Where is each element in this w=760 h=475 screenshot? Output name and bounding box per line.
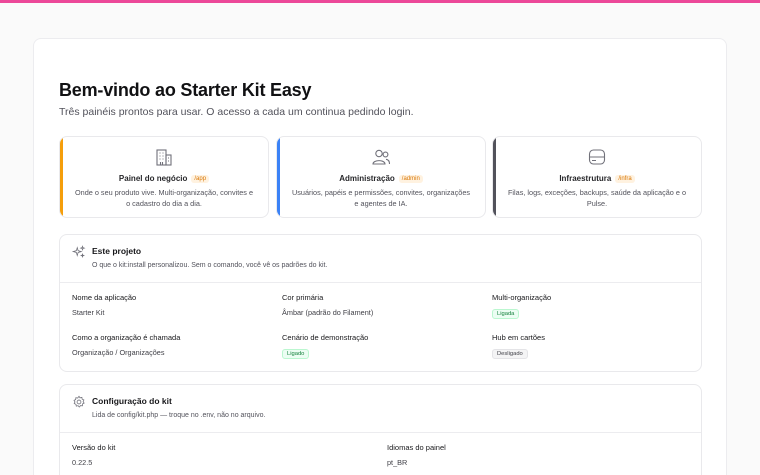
panel-card-description: Onde o seu produto vive. Multi-organizaç…	[74, 188, 254, 208]
field-label: Como a organização é chamada	[72, 333, 181, 342]
panel-card-title: Administração/admin	[277, 174, 485, 183]
top-accent-bar	[0, 0, 760, 3]
field-label: Multi-organização	[492, 293, 552, 302]
field-label: Idiomas do painel	[387, 443, 446, 452]
field-label: Cor primária	[282, 293, 324, 302]
field-demo-scenario: Cenário de demonstração Ligado	[282, 333, 368, 360]
field-value: Organização / Organizações	[72, 348, 165, 357]
status-badge: Desligado	[492, 349, 528, 359]
status-badge: Ligada	[492, 309, 520, 319]
panel-card-title: Painel do negócio/app	[60, 174, 268, 183]
project-section-description: O que o kit:install personalizou. Sem o …	[92, 262, 328, 269]
config-section-title: Configuração do kit	[92, 396, 172, 406]
page-subtitle: Três painéis prontos para usar. O acesso…	[59, 106, 414, 118]
panel-card-description: Usuários, papéis e permissões, convites,…	[291, 188, 471, 208]
page-title: Bem-vindo ao Starter Kit Easy	[59, 80, 312, 100]
panel-path-badge: /infra	[615, 175, 635, 183]
field-label: Nome da aplicação	[72, 293, 137, 302]
field-label: Hub em cartões	[492, 333, 545, 342]
field-kit-version: Versão do kit 0.22.5	[72, 443, 115, 467]
users-icon	[372, 149, 391, 165]
field-panel-languages: Idiomas do painel pt_BR	[387, 443, 446, 467]
gear-icon	[73, 395, 85, 408]
config-section-header: Configuração do kit Lida de config/kit.p…	[60, 385, 701, 433]
sparkles-icon	[72, 245, 86, 258]
status-badge: Ligado	[282, 349, 310, 359]
building-icon	[156, 149, 172, 166]
panel-card-admin[interactable]: Administração/admin Usuários, papéis e p…	[276, 136, 486, 218]
field-value: 0.22.5	[72, 458, 93, 467]
project-section-title: Este projeto	[92, 246, 142, 256]
panel-path-badge: /app	[191, 175, 210, 183]
config-section-description: Lida de config/kit.php — troque no .env,…	[92, 412, 266, 419]
server-icon	[588, 149, 606, 165]
panel-card-title: Infraestrutura/infra	[493, 174, 701, 183]
panel-path-badge: /admin	[398, 175, 423, 183]
config-section: Configuração do kit Lida de config/kit.p…	[59, 384, 702, 475]
field-label: Versão do kit	[72, 443, 116, 452]
project-section-header: Este projeto O que o kit:install persona…	[60, 235, 701, 283]
field-value: Âmbar (padrão do Filament)	[282, 308, 374, 317]
field-value: pt_BR	[387, 458, 408, 467]
project-section: Este projeto O que o kit:install persona…	[59, 234, 702, 372]
field-value: Starter Kit	[72, 308, 105, 317]
field-org-naming: Como a organização é chamada Organização…	[72, 333, 180, 357]
panel-card-app[interactable]: Painel do negócio/app Onde o seu produto…	[59, 136, 269, 218]
field-multi-org: Multi-organização Ligada	[492, 293, 551, 320]
field-primary-color: Cor primária Âmbar (padrão do Filament)	[282, 293, 373, 317]
field-app-name: Nome da aplicação Starter Kit	[72, 293, 136, 317]
field-label: Cenário de demonstração	[282, 333, 369, 342]
panel-card-description: Filas, logs, exceções, backups, saúde da…	[507, 188, 687, 208]
panel-card-infra[interactable]: Infraestrutura/infra Filas, logs, exceçõ…	[492, 136, 702, 218]
field-hub-cards: Hub em cartões Desligado	[492, 333, 545, 360]
